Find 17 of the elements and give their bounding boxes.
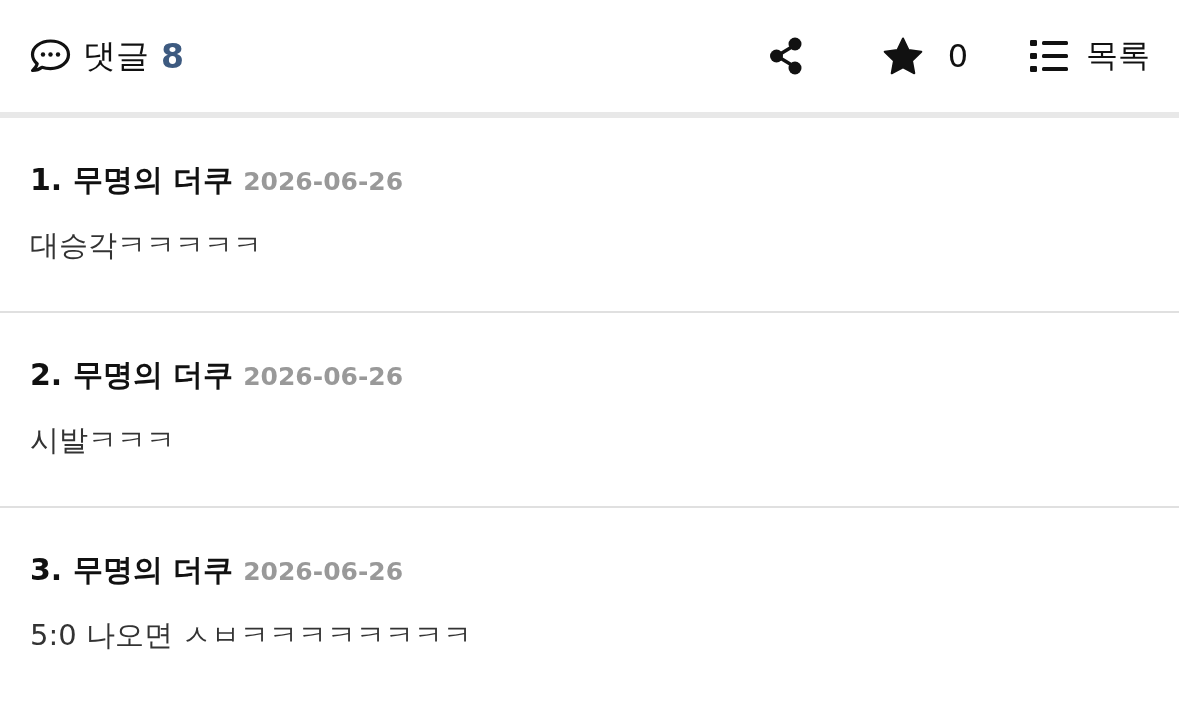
comments-label: 댓글 xyxy=(83,34,149,77)
star-button[interactable]: 0 xyxy=(882,37,968,75)
list-icon xyxy=(1030,40,1068,72)
comment-date: 2026-06-26 xyxy=(243,362,404,391)
comment-text: 시발ㅋㅋㅋ xyxy=(30,422,176,458)
comment-date: 2026-06-26 xyxy=(243,167,404,196)
speech-bubble-icon xyxy=(30,39,71,73)
star-icon xyxy=(882,37,923,75)
comment-author: 1. 무명의 더쿠 xyxy=(30,161,234,199)
comment-date: 2026-06-26 xyxy=(243,557,404,586)
list-button[interactable]: 목록 xyxy=(1030,34,1150,78)
comment-text: 대승각ㅋㅋㅋㅋㅋ xyxy=(30,227,263,263)
comment-text: 5:0 나오면 ㅅㅂㅋㅋㅋㅋㅋㅋㅋㅋ xyxy=(30,617,474,653)
comment-author: 2. 무명의 더쿠 xyxy=(30,356,234,394)
comment-author: 3. 무명의 더쿠 xyxy=(30,551,234,589)
comment-count: 8 xyxy=(161,36,184,76)
share-icon[interactable] xyxy=(768,37,803,75)
